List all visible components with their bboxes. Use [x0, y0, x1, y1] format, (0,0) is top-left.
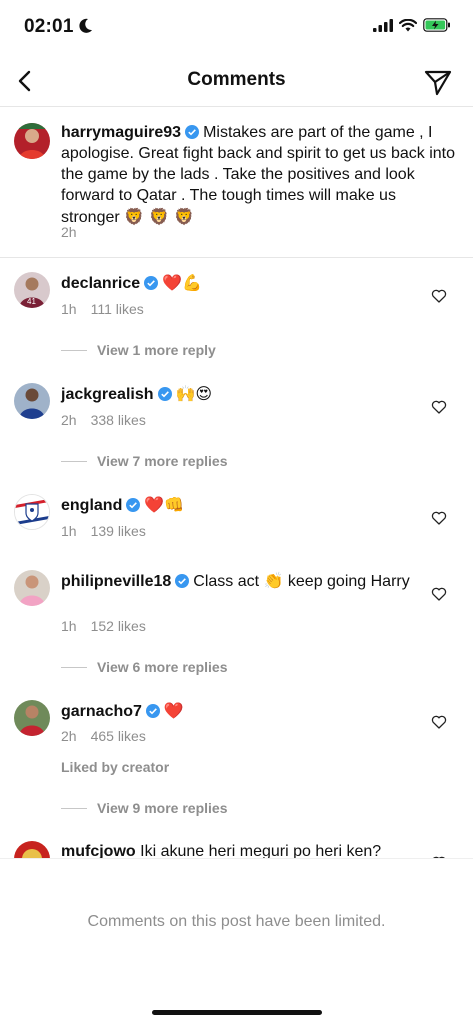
view-replies-button[interactable]: View 9 more replies: [61, 800, 227, 816]
status-time: 02:01: [24, 16, 74, 37]
comment-time: 2h: [61, 728, 77, 744]
avatar[interactable]: [14, 700, 50, 736]
verified-badge-icon: [145, 704, 160, 718]
view-replies-label: View 9 more replies: [97, 800, 228, 816]
view-replies-label: View 6 more replies: [97, 659, 228, 675]
comment-emojis: 🙌😍: [175, 384, 213, 403]
comment-line: philipneville18 Class act 👏 keep going Ha…: [61, 570, 421, 593]
verified-badge-icon: [157, 387, 172, 401]
like-heart-icon[interactable]: [431, 399, 447, 415]
view-replies-label: View 1 more reply: [97, 342, 216, 358]
caption-text: harrymaguire93 Mistakes are part of the g…: [61, 122, 456, 228]
comment-line: garnacho7 ❤️: [61, 700, 421, 723]
comment-text-cont: keep going Harry: [287, 573, 410, 590]
view-replies-button[interactable]: View 1 more reply: [61, 342, 216, 358]
comment-line: jackgrealish 🙌😍: [61, 383, 421, 406]
share-icon[interactable]: [423, 67, 453, 97]
replies-divider: [61, 666, 87, 668]
liked-by-creator: Liked by creator: [61, 759, 170, 775]
wifi-icon: [399, 18, 417, 31]
comment-username[interactable]: garnacho7: [61, 703, 142, 720]
comments-limited-banner: Comments on this post have been limited.: [0, 858, 473, 1025]
replies-divider: [61, 807, 87, 809]
comment-username[interactable]: philipneville18: [61, 573, 171, 590]
comment-text: Class act: [193, 573, 260, 590]
replies-divider: [61, 349, 87, 351]
comment-likes[interactable]: 338 likes: [91, 412, 146, 428]
header: Comments: [0, 56, 473, 107]
moon-icon: [79, 18, 92, 33]
replies-divider: [61, 460, 87, 462]
clapping-emoji: 👏: [263, 571, 284, 590]
home-indicator[interactable]: [152, 1010, 322, 1015]
comment-time: 1h: [61, 618, 77, 634]
like-heart-icon[interactable]: [431, 714, 447, 730]
avatar[interactable]: [14, 570, 50, 606]
svg-text:41: 41: [27, 297, 36, 306]
status-bar: 02:01: [0, 0, 473, 56]
comment-meta: 2h 338 likes: [61, 412, 160, 428]
comment-line: england ❤️👊: [61, 494, 421, 517]
view-replies-label: View 7 more replies: [97, 453, 228, 469]
comment-meta: 1h 152 likes: [61, 618, 160, 634]
comment-time: 1h: [61, 301, 77, 317]
avatar[interactable]: [14, 494, 50, 530]
verified-badge-icon: [144, 276, 159, 290]
comment-emojis: ❤️👊: [144, 495, 185, 514]
like-heart-icon[interactable]: [431, 288, 447, 304]
avatar[interactable]: 41: [14, 272, 50, 308]
verified-badge-icon: [126, 498, 141, 512]
avatar[interactable]: [14, 383, 50, 419]
view-replies-button[interactable]: View 6 more replies: [61, 659, 227, 675]
post-caption: harrymaguire93 Mistakes are part of the g…: [0, 107, 473, 258]
comment-likes[interactable]: 465 likes: [91, 728, 146, 744]
comment-username[interactable]: england: [61, 497, 122, 514]
signal-icon: [373, 18, 393, 32]
view-replies-button[interactable]: View 7 more replies: [61, 453, 227, 469]
comment-likes[interactable]: 111 likes: [91, 301, 144, 317]
like-heart-icon[interactable]: [431, 510, 447, 526]
comment-likes[interactable]: 152 likes: [91, 618, 146, 634]
like-heart-icon[interactable]: [431, 586, 447, 602]
comment-emojis: ❤️: [163, 701, 184, 720]
comment-time: 1h: [61, 523, 77, 539]
comment-meta: 2h 465 likes: [61, 728, 160, 744]
comment-meta: 1h 139 likes: [61, 523, 160, 539]
comment-meta: 1h 111 likes: [61, 301, 158, 317]
comment-time: 2h: [61, 412, 77, 428]
caption-username[interactable]: harrymaguire93: [61, 124, 181, 141]
avatar[interactable]: [14, 123, 50, 159]
comments-limited-text: Comments on this post have been limited.: [87, 913, 386, 930]
page-title: Comments: [187, 69, 286, 90]
verified-badge-icon: [175, 574, 190, 588]
lion-emojis: 🦁 🦁 🦁: [124, 207, 195, 226]
comment-emojis: ❤️💪: [162, 273, 202, 292]
status-icons: [373, 18, 451, 32]
comment-username[interactable]: jackgrealish: [61, 386, 154, 403]
comment-likes[interactable]: 139 likes: [91, 523, 146, 539]
comment-username[interactable]: declanrice: [61, 275, 140, 292]
verified-badge-icon: [185, 125, 200, 139]
comment-line: declanrice ❤️💪: [61, 272, 421, 295]
battery-charging-icon: [423, 18, 450, 32]
caption-time: 2h: [61, 224, 77, 240]
